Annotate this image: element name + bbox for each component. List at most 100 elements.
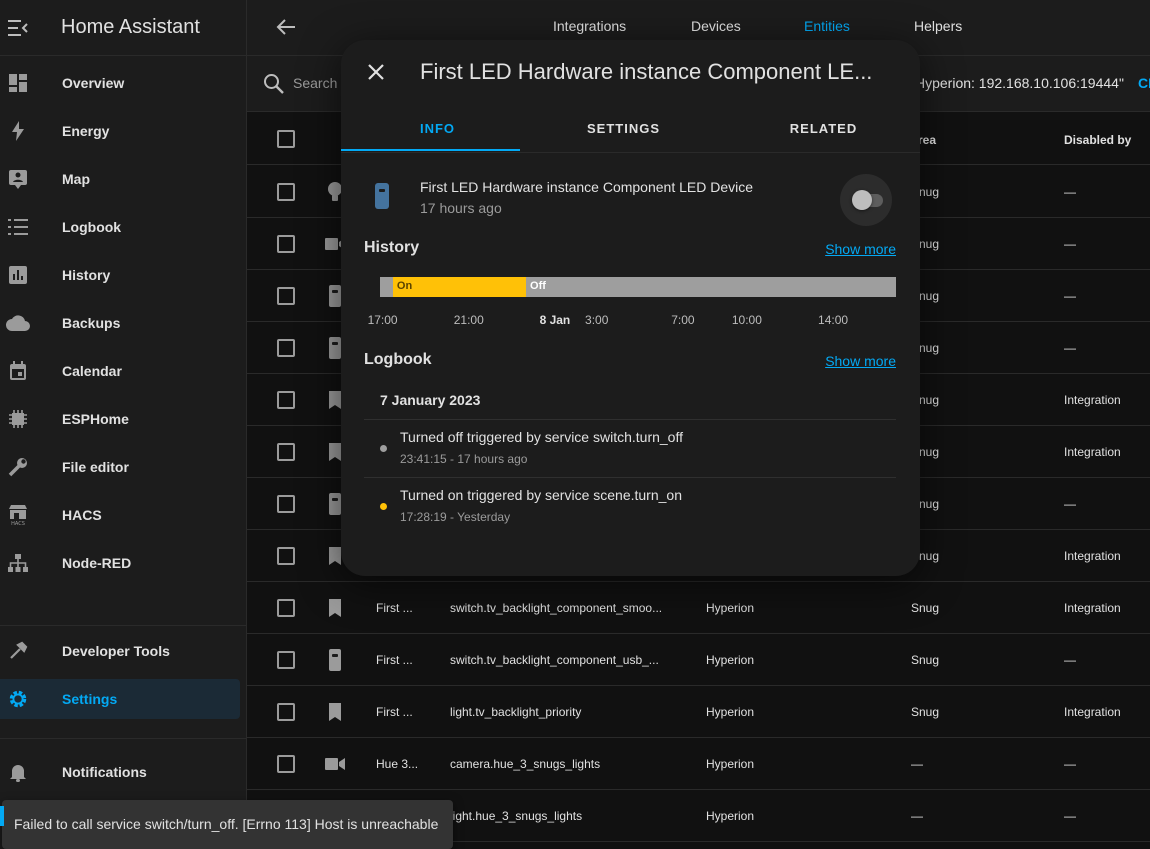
history-show-more-link[interactable]: Show more: [825, 241, 896, 257]
tab-info[interactable]: INFO: [341, 121, 534, 136]
menu-collapse-icon: [8, 19, 28, 36]
timeline-tick-label: 14:00: [818, 313, 849, 327]
sidebar-item-label: Map: [62, 171, 90, 187]
row-checkbox[interactable]: [277, 651, 295, 669]
sidebar-item-esphome[interactable]: ESPHome: [0, 399, 240, 439]
cell-entity-id: camera.hue_3_snugs_lights: [450, 757, 601, 771]
tab-related[interactable]: RELATED: [727, 121, 920, 136]
logbook-divider: [364, 477, 896, 478]
sidebar-item-energy[interactable]: Energy: [0, 111, 240, 151]
state-dot-icon: [380, 503, 387, 510]
cell-disabled-by: Integration: [1064, 601, 1121, 615]
logbook-time: 23:41:15 - 17 hours ago: [400, 452, 528, 466]
hacs-icon: HACS: [0, 495, 36, 535]
sidebar-item-label: Settings: [62, 691, 118, 707]
column-header-disabled-by[interactable]: Disabled by: [1064, 133, 1131, 147]
row-checkbox[interactable]: [277, 183, 295, 201]
cell-name: First ...: [376, 653, 413, 667]
cell-area: Snug: [911, 653, 940, 667]
row-checkbox[interactable]: [277, 703, 295, 721]
sidebar-item-label: Logbook: [62, 219, 122, 235]
map-icon: [0, 159, 36, 199]
history-title: History: [364, 239, 420, 256]
table-row[interactable]: First ... switch.tv_backlight_component_u…: [247, 634, 1150, 686]
timeline-segment-on[interactable]: On: [392, 277, 527, 297]
logbook-time: 17:28:19 - Yesterday: [400, 510, 511, 524]
cell-name: First ...: [376, 705, 413, 719]
sidebar-item-logbook[interactable]: Logbook: [0, 207, 240, 247]
sidebar-divider: [0, 738, 247, 739]
sidebar-item-settings[interactable]: Settings: [0, 679, 240, 719]
timeline-tick-label: 21:00: [453, 313, 484, 327]
menu-toggle-button[interactable]: [0, 0, 36, 56]
gear-icon: [0, 679, 36, 719]
sidebar-header: Home Assistant: [0, 0, 246, 56]
timeline-segment-off[interactable]: Off: [526, 277, 896, 297]
row-checkbox[interactable]: [277, 287, 295, 305]
sidebar-item-label: Overview: [62, 75, 125, 91]
sidebar-item-node-red[interactable]: Node-RED: [0, 543, 240, 583]
toggle-thumb: [852, 190, 872, 210]
filter-label: Hyperion: 192.168.10.106:19444": [915, 75, 1124, 91]
row-checkbox[interactable]: [277, 495, 295, 513]
close-icon[interactable]: [365, 61, 387, 88]
row-checkbox[interactable]: [277, 599, 295, 617]
sidebar-item-overview[interactable]: Overview: [0, 63, 240, 103]
sidebar-item-file-editor[interactable]: File editor: [0, 447, 240, 487]
sidebar-item-label: ESPHome: [62, 411, 129, 427]
tab-helpers[interactable]: Helpers: [914, 18, 962, 34]
entity-last-changed: 17 hours ago: [420, 200, 502, 216]
sidebar-item-history[interactable]: History: [0, 255, 240, 295]
row-checkbox[interactable]: [277, 391, 295, 409]
cell-area: —: [911, 757, 923, 771]
table-row[interactable]: First ... light.tv_backlight_priority Hype…: [247, 686, 1150, 738]
state-dot-icon: [380, 445, 387, 452]
wrench-icon: [0, 447, 36, 487]
cell-entity-id: switch.tv_backlight_component_usb_...: [450, 653, 659, 667]
history-timeline[interactable]: On Off: [380, 277, 896, 297]
sidebar-item-label: History: [62, 267, 111, 283]
back-arrow-icon[interactable]: [275, 16, 297, 43]
sidebar-item-developer-tools[interactable]: Developer Tools: [0, 631, 240, 671]
tab-entities[interactable]: Entities: [804, 18, 850, 34]
column-header-area[interactable]: rea: [918, 133, 936, 147]
cell-disabled-by: Integration: [1064, 705, 1121, 719]
logbook-show-more-link[interactable]: Show more: [825, 353, 896, 369]
bookmark-icon: [323, 700, 347, 724]
logbook-message: Turned on triggered by service scene.tur…: [400, 487, 682, 503]
tab-settings[interactable]: SETTINGS: [527, 121, 720, 136]
cell-integration: Hyperion: [706, 809, 755, 823]
sidebar-item-notifications[interactable]: Notifications: [0, 752, 240, 792]
row-checkbox[interactable]: [277, 443, 295, 461]
chip-icon: [0, 399, 36, 439]
cell-name: Hue 3...: [376, 757, 419, 771]
table-row[interactable]: First ... switch.tv_backlight_component_s…: [247, 582, 1150, 634]
tab-integrations[interactable]: Integrations: [553, 18, 626, 34]
timeline-segment-off[interactable]: [380, 277, 393, 297]
sidebar-item-hacs[interactable]: HACS HACS: [0, 495, 240, 535]
sidebar-item-backups[interactable]: Backups: [0, 303, 240, 343]
cell-integration: Hyperion: [706, 705, 755, 719]
timeline-tick-label: 7:00: [671, 313, 695, 327]
cell-entity-id: light.tv_backlight_priority: [450, 705, 582, 719]
toast-accent: [0, 806, 4, 826]
cell-disabled-by: —: [1064, 237, 1076, 251]
row-checkbox[interactable]: [277, 547, 295, 565]
select-all-checkbox[interactable]: [277, 130, 295, 148]
clear-filter-button[interactable]: CL: [1138, 75, 1150, 91]
dialog-title: First LED Hardware instance Component LE…: [420, 59, 873, 84]
row-checkbox[interactable]: [277, 755, 295, 773]
row-checkbox[interactable]: [277, 339, 295, 357]
logbook-title: Logbook: [364, 351, 432, 368]
sidebar-item-calendar[interactable]: Calendar: [0, 351, 240, 391]
row-checkbox[interactable]: [277, 235, 295, 253]
search-input[interactable]: Search: [293, 75, 337, 91]
sidebar-item-label: Node-RED: [62, 555, 132, 571]
sidebar-item-label: Notifications: [62, 764, 147, 780]
tab-devices[interactable]: Devices: [691, 18, 741, 34]
cell-disabled-by: —: [1064, 289, 1076, 303]
table-row[interactable]: Hue 3... camera.hue_3_snugs_lights Hyperio…: [247, 738, 1150, 790]
entity-toggle[interactable]: [840, 174, 892, 226]
sidebar-item-map[interactable]: Map: [0, 159, 240, 199]
sidebar: Home Assistant Overview Energy Map Logbook H…: [0, 0, 247, 849]
